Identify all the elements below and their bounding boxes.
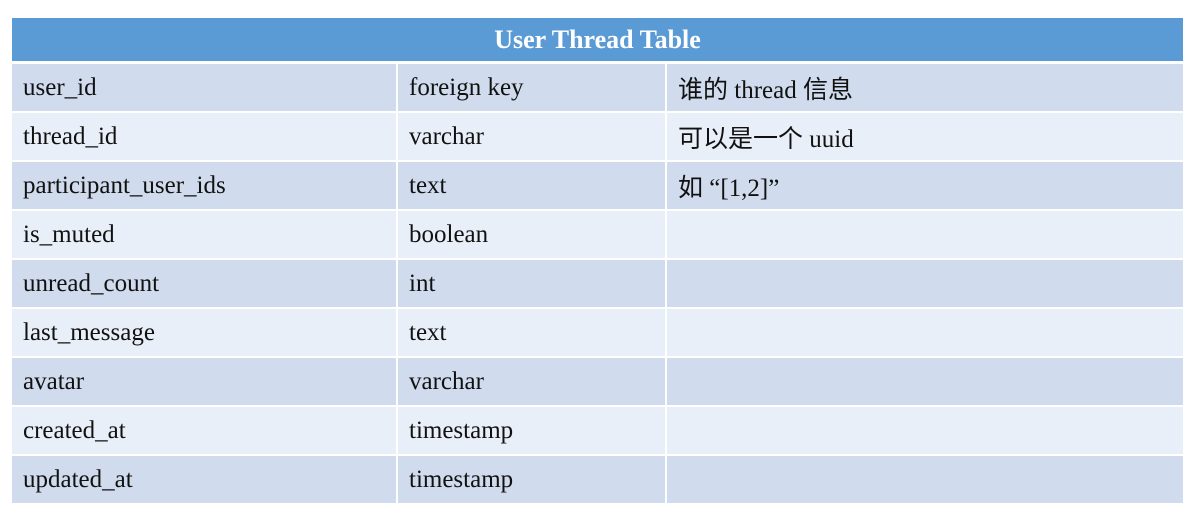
user-thread-table-container: User Thread Table user_id foreign key 谁的…	[12, 18, 1183, 505]
table-row: last_message text	[12, 309, 1183, 358]
field-name-cell: is_muted	[12, 211, 398, 260]
table-title-row: User Thread Table	[12, 18, 1183, 64]
field-name-cell: user_id	[12, 64, 398, 113]
field-name-cell: participant_user_ids	[12, 162, 398, 211]
table-row: participant_user_ids text 如 “[1,2]”	[12, 162, 1183, 211]
field-name-cell: thread_id	[12, 113, 398, 162]
table-row: updated_at timestamp	[12, 456, 1183, 505]
table-row: thread_id varchar 可以是一个 uuid	[12, 113, 1183, 162]
table-row: is_muted boolean	[12, 211, 1183, 260]
field-name-cell: created_at	[12, 407, 398, 456]
table-row: created_at timestamp	[12, 407, 1183, 456]
field-note-cell: 可以是一个 uuid	[667, 113, 1183, 162]
field-type-cell: boolean	[398, 211, 667, 260]
field-type-cell: int	[398, 260, 667, 309]
field-note-cell	[667, 309, 1183, 358]
field-note-cell	[667, 260, 1183, 309]
table-row: user_id foreign key 谁的 thread 信息	[12, 64, 1183, 113]
field-note-cell: 谁的 thread 信息	[667, 64, 1183, 113]
field-type-cell: timestamp	[398, 456, 667, 505]
field-type-cell: text	[398, 162, 667, 211]
table-row: unread_count int	[12, 260, 1183, 309]
field-name-cell: updated_at	[12, 456, 398, 505]
field-note-cell	[667, 456, 1183, 505]
field-note-cell: 如 “[1,2]”	[667, 162, 1183, 211]
field-note-cell	[667, 358, 1183, 407]
field-name-cell: last_message	[12, 309, 398, 358]
field-type-cell: varchar	[398, 358, 667, 407]
field-type-cell: foreign key	[398, 64, 667, 113]
field-type-cell: timestamp	[398, 407, 667, 456]
field-type-cell: varchar	[398, 113, 667, 162]
field-note-cell	[667, 211, 1183, 260]
field-type-cell: text	[398, 309, 667, 358]
field-name-cell: avatar	[12, 358, 398, 407]
table-row: avatar varchar	[12, 358, 1183, 407]
user-thread-table: User Thread Table user_id foreign key 谁的…	[12, 18, 1183, 505]
table-title: User Thread Table	[12, 18, 1183, 64]
field-name-cell: unread_count	[12, 260, 398, 309]
field-note-cell	[667, 407, 1183, 456]
